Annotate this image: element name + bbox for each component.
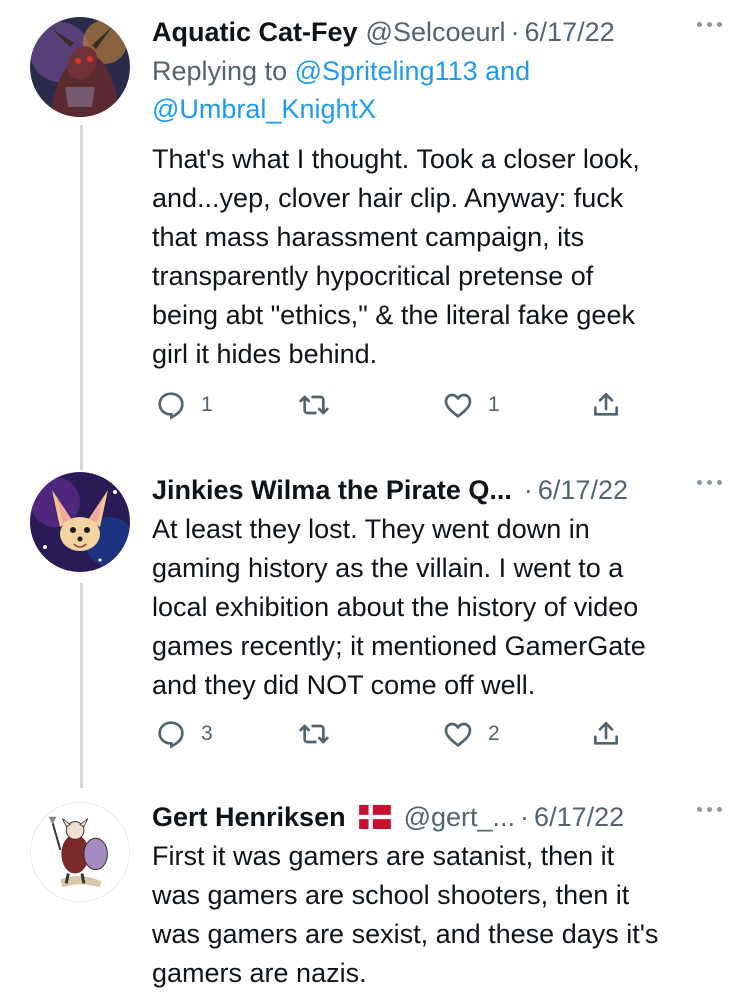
- reply-button[interactable]: 1: [155, 385, 213, 425]
- tweet-text-line: being abt "ethics," & the literal fake g…: [152, 300, 635, 330]
- replying-to-label: Replying to: [152, 56, 295, 86]
- share-button[interactable]: [590, 714, 622, 754]
- tweet-header: Gert Henriksen @gert_... · 6/17/22: [152, 797, 722, 837]
- separator: ·: [520, 801, 530, 832]
- tweet-text-line: and they did NOT come off well.: [152, 670, 536, 700]
- tweet-content: Jinkies Wilma the Pirate Q... · 6/17/22 …: [152, 470, 722, 705]
- like-count: 2: [488, 722, 500, 745]
- tweet-text-line: local exhibition about the history of vi…: [152, 592, 639, 622]
- display-name[interactable]: Gert Henriksen: [152, 802, 346, 833]
- tweet[interactable]: Aquatic Cat-Fey @Selcoeurl · 6/17/22 Rep…: [0, 12, 750, 442]
- tweet-text-line: and...yep, clover hair clip. Anyway: fuc…: [152, 183, 624, 213]
- retweet-button[interactable]: [298, 714, 344, 754]
- separator: ·: [523, 474, 533, 505]
- like-icon: [444, 722, 472, 747]
- like-button[interactable]: 2: [442, 714, 500, 754]
- display-name[interactable]: Jinkies Wilma the Pirate Q...: [152, 475, 512, 506]
- timestamp[interactable]: 6/17/22: [538, 475, 628, 506]
- tweet-text-line: At least they lost. They went down in: [152, 514, 590, 544]
- tweet-text: That's what I thought. Took a closer loo…: [152, 140, 722, 374]
- retweet-icon: [299, 724, 329, 744]
- share-icon: [594, 722, 618, 745]
- share-button[interactable]: [590, 385, 622, 425]
- timestamp[interactable]: 6/17/22: [534, 802, 624, 833]
- display-name[interactable]: Aquatic Cat-Fey: [152, 17, 358, 48]
- reply-button[interactable]: 3: [155, 714, 213, 754]
- tweet-content: Aquatic Cat-Fey @Selcoeurl · 6/17/22 Rep…: [152, 12, 722, 374]
- retweet-icon: [299, 395, 329, 415]
- tweet-content: Gert Henriksen @gert_... · 6/17/22 First…: [152, 797, 722, 993]
- tweet-text-line: games recently; it mentioned GamerGate: [152, 631, 646, 661]
- timestamp[interactable]: 6/17/22: [525, 17, 615, 48]
- reply-count: 3: [201, 722, 213, 745]
- tweet-text-line: girl it hides behind.: [152, 339, 378, 369]
- tweet-actions: 1 1: [0, 385, 750, 425]
- share-icon: [594, 393, 618, 416]
- retweet-button[interactable]: [298, 385, 344, 425]
- reply-icon: [158, 721, 184, 749]
- denmark-flag-icon: [358, 805, 392, 829]
- tweet[interactable]: Gert Henriksen @gert_... · 6/17/22 First…: [0, 797, 750, 1008]
- tweet-text-line: was gamers are school shooters, then it: [152, 880, 630, 910]
- reply-icon: [158, 392, 184, 420]
- tweet-actions: 3 2: [0, 714, 750, 754]
- tweet-text: First it was gamers are satanist, then i…: [152, 837, 722, 993]
- tweet-text-line: First it was gamers are satanist, then i…: [152, 841, 615, 871]
- tweet-text: At least they lost. They went down in ga…: [152, 510, 722, 705]
- like-button[interactable]: 1: [442, 385, 500, 425]
- tweet-header: Jinkies Wilma the Pirate Q... · 6/17/22: [152, 470, 722, 510]
- like-icon: [444, 393, 472, 418]
- mention-link[interactable]: @Spriteling113: [295, 56, 478, 86]
- avatar[interactable]: [30, 17, 130, 117]
- tweet[interactable]: Jinkies Wilma the Pirate Q... · 6/17/22 …: [0, 470, 750, 780]
- more-icon[interactable]: [697, 480, 722, 485]
- tweet-text-line: transparently hypocritical pretense of: [152, 261, 594, 291]
- tweet-text-line: gamers are nazis.: [152, 958, 367, 988]
- tweet-text-line: gaming history as the villain. I went to…: [152, 553, 624, 583]
- replying-to-and: and: [477, 56, 531, 86]
- separator: ·: [510, 16, 520, 47]
- reply-count: 1: [201, 393, 213, 416]
- username[interactable]: @gert_...: [404, 802, 515, 833]
- tweet-text-line: that mass harassment campaign, its: [152, 222, 585, 252]
- like-count: 1: [488, 393, 500, 416]
- tweet-text-line: was gamers are sexist, and these days it…: [152, 919, 659, 949]
- username[interactable]: @Selcoeurl: [366, 17, 506, 48]
- tweet-header: Aquatic Cat-Fey @Selcoeurl · 6/17/22: [152, 12, 722, 52]
- tweet-text-line: That's what I thought. Took a closer loo…: [152, 144, 640, 174]
- avatar[interactable]: [30, 802, 130, 902]
- replying-to: Replying to @Spriteling113 and @Umbral_K…: [152, 52, 722, 128]
- more-icon[interactable]: [697, 807, 722, 812]
- avatar[interactable]: [30, 472, 130, 572]
- mention-link[interactable]: @Umbral_KnightX: [152, 94, 376, 124]
- more-icon[interactable]: [697, 22, 722, 27]
